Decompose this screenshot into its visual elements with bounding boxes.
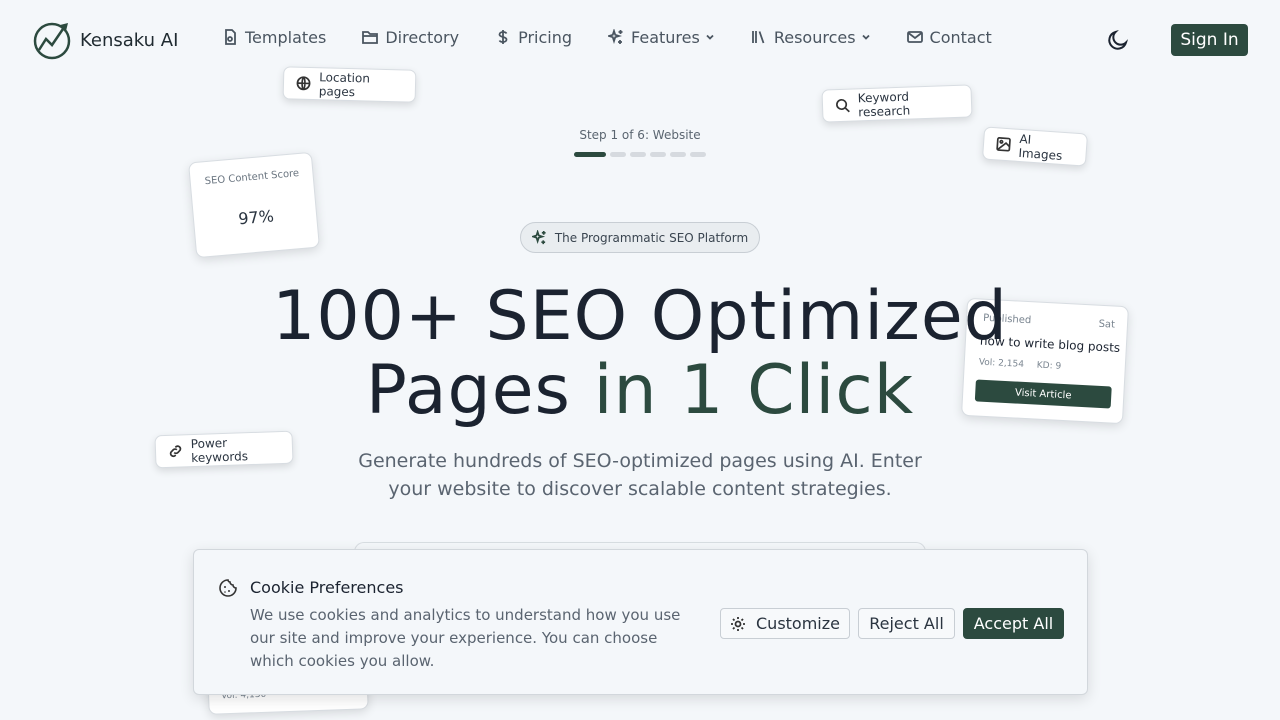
logo-chart-icon <box>33 22 71 60</box>
gear-icon <box>731 616 745 631</box>
top-nav: Kensaku AI Templates Directory Pricing F… <box>0 0 1280 80</box>
hero-subtitle: Generate hundreds of SEO-optimized pages… <box>358 450 922 500</box>
platform-badge: The Programmatic SEO Platform <box>520 222 760 253</box>
step-dot-5 <box>670 152 686 157</box>
customize-button[interactable]: Customize <box>720 608 850 639</box>
hero-line-1: 100+ SEO Optimized <box>272 277 1008 356</box>
logo[interactable]: Kensaku AI <box>32 20 178 60</box>
chevron-down-icon <box>861 34 870 40</box>
power-keywords-label: Power keywords <box>190 435 249 465</box>
step-dot-4 <box>650 152 666 157</box>
sparkle-icon <box>608 29 623 44</box>
search-icon <box>836 98 850 113</box>
library-icon <box>751 31 765 44</box>
power-keywords-chip: Power keywords <box>154 430 294 469</box>
step-dot-6 <box>690 152 706 157</box>
moon-icon[interactable] <box>1106 28 1130 52</box>
nav-templates[interactable]: Templates <box>222 26 326 48</box>
cookie-banner: Cookie Preferences We use cookies and an… <box>193 549 1088 695</box>
step-progress <box>574 152 706 157</box>
nav-features[interactable]: Features <box>608 26 715 48</box>
dollar-icon <box>498 30 508 44</box>
platform-badge-label: The Programmatic SEO Platform <box>554 230 749 245</box>
step-dot-3 <box>630 152 646 157</box>
brand-name: Kensaku AI <box>80 29 179 51</box>
keyword-research-chip: Keyword research <box>821 84 973 123</box>
seo-score-card: SEO Content Score 97% <box>188 151 320 259</box>
nav-resources-label: Resources <box>773 27 856 47</box>
link-icon <box>169 445 182 458</box>
nav-links: Templates Directory Pricing Features Res… <box>222 26 1028 48</box>
accept-all-button[interactable]: Accept All <box>963 608 1064 639</box>
keyword-research-label: Keyword research <box>857 89 911 119</box>
customize-label: Customize <box>756 614 840 633</box>
file-icon <box>225 29 236 45</box>
cookie-body: We use cookies and analytics to understa… <box>250 606 681 670</box>
hero-line-2: Pages in 1 Click <box>0 354 1280 428</box>
seo-score-value: 97% <box>237 206 275 229</box>
step-dot-1 <box>574 152 606 157</box>
nav-contact-label: Contact <box>929 27 992 47</box>
cookie-title: Cookie Preferences <box>250 578 404 597</box>
location-pages-label: Location pages <box>318 69 371 99</box>
sign-in-button[interactable]: Sign In <box>1171 24 1248 56</box>
nav-features-label: Features <box>631 27 700 47</box>
sparkle-icon <box>531 230 546 245</box>
folder-icon <box>362 31 379 44</box>
globe-icon <box>296 76 311 91</box>
seo-score-label: SEO Content Score <box>204 167 300 188</box>
nav-directory-label: Directory <box>385 27 460 47</box>
chevron-down-icon <box>706 34 714 40</box>
nav-pricing[interactable]: Pricing <box>495 26 572 48</box>
hero-line-2-accent: in 1 Click <box>593 351 915 430</box>
step-label: Step 1 of 6: Website <box>579 128 701 142</box>
step-dot-2 <box>610 152 626 157</box>
hero-line-2-plain: Pages <box>365 351 594 430</box>
cookie-icon <box>219 579 237 597</box>
hero-heading: 100+ SEO Optimized Pages in 1 Click <box>0 280 1280 428</box>
nav-contact[interactable]: Contact <box>906 26 992 48</box>
location-pages-chip: Location pages <box>282 66 417 103</box>
mail-icon <box>906 31 923 43</box>
nav-directory[interactable]: Directory <box>362 26 459 48</box>
nav-resources[interactable]: Resources <box>751 26 871 48</box>
nav-pricing-label: Pricing <box>518 27 573 47</box>
nav-templates-label: Templates <box>245 27 327 47</box>
reject-all-button[interactable]: Reject All <box>858 608 955 639</box>
